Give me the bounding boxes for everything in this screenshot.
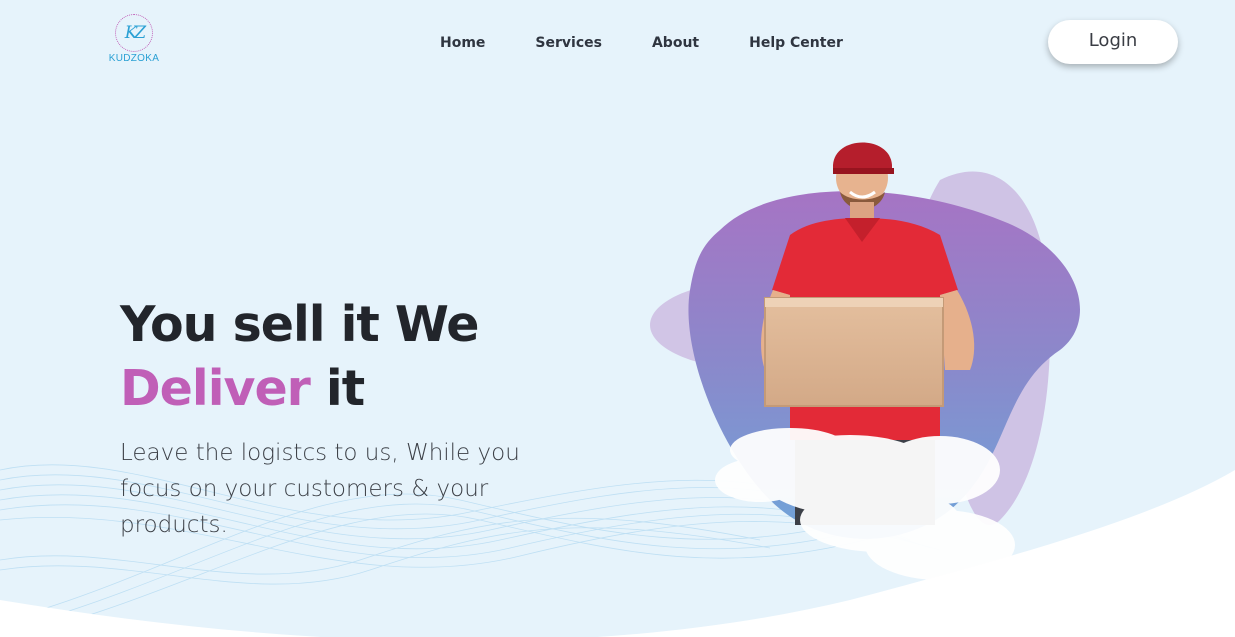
cap-brim bbox=[833, 168, 894, 174]
nav-about[interactable]: About bbox=[652, 35, 699, 51]
box-top-edge bbox=[765, 298, 943, 307]
delivery-man-illustration bbox=[650, 142, 1080, 580]
logo-monogram: KZ bbox=[115, 14, 153, 52]
brand-logo[interactable]: KZ KUDZOKA bbox=[107, 14, 161, 66]
person-neck bbox=[850, 202, 874, 220]
login-button[interactable]: Login bbox=[1048, 20, 1178, 64]
hero-subtitle: Leave the logistcs to us, While you focu… bbox=[120, 440, 520, 538]
nav-home[interactable]: Home bbox=[440, 35, 485, 51]
main-nav: Home Services About Help Center bbox=[440, 35, 843, 51]
cardboard-box bbox=[764, 297, 944, 407]
hero-title-rest: it bbox=[309, 360, 365, 417]
hero-title-accent: Deliver bbox=[120, 360, 311, 417]
nav-help-center[interactable]: Help Center bbox=[749, 35, 843, 51]
nav-services[interactable]: Services bbox=[535, 35, 602, 51]
hero-title: You sell it We Deliver it bbox=[120, 293, 590, 421]
red-cap bbox=[833, 142, 892, 170]
logo-text: KUDZOKA bbox=[108, 53, 160, 64]
hero-title-line1: You sell it We bbox=[120, 296, 479, 353]
